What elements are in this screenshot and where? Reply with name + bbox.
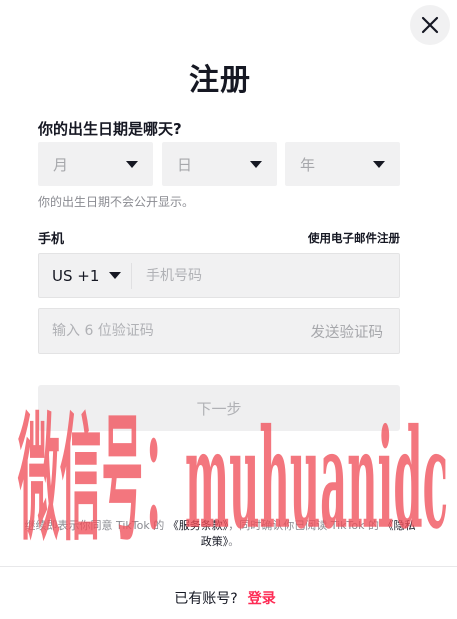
chevron-down-icon — [109, 272, 122, 279]
terms-suffix: 。 — [228, 535, 240, 548]
footer-divider — [0, 566, 457, 567]
send-code-button[interactable]: 发送验证码 — [311, 321, 400, 342]
have-account-text: 已有账号? — [174, 591, 238, 607]
chevron-down-icon — [126, 160, 138, 168]
birthday-question: 你的出生日期是哪天? — [38, 120, 182, 138]
page-title: 注册 — [189, 63, 251, 98]
country-code-value: US +1 — [52, 266, 100, 285]
phone-label-row: 手机 使用电子邮件注册 — [38, 228, 400, 248]
footer: 已有账号? 登录 — [0, 588, 450, 608]
day-select[interactable]: 日 — [162, 142, 277, 186]
code-input[interactable] — [39, 308, 311, 354]
birthday-hint: 你的出生日期不会公开显示。 — [38, 195, 195, 209]
code-field: 发送验证码 — [38, 308, 400, 354]
close-icon — [421, 16, 439, 34]
phone-field: US +1 — [38, 253, 400, 298]
month-placeholder: 月 — [53, 155, 69, 174]
email-signup-link[interactable]: 使用电子邮件注册 — [308, 230, 400, 246]
terms-prefix: 继续即表示你同意 TikTok 的 — [24, 519, 168, 532]
chevron-down-icon — [250, 160, 262, 168]
chevron-down-icon — [373, 160, 385, 168]
month-select[interactable]: 月 — [38, 142, 153, 186]
next-button[interactable]: 下一步 — [38, 385, 400, 431]
country-code-select[interactable]: US +1 — [39, 254, 131, 297]
terms-of-service-link[interactable]: 《服务条款》 — [168, 519, 229, 532]
login-link[interactable]: 登录 — [248, 591, 276, 607]
close-button[interactable] — [410, 5, 450, 45]
phone-label: 手机 — [38, 232, 65, 247]
phone-input[interactable] — [132, 253, 399, 298]
terms-text: 继续即表示你同意 TikTok 的 《服务条款》，同时确认你已阅读 TikTok… — [20, 518, 420, 550]
terms-middle: ，同时确认你已阅读 TikTok 的 — [228, 519, 383, 532]
year-placeholder: 年 — [300, 155, 316, 174]
day-placeholder: 日 — [177, 155, 193, 174]
year-select[interactable]: 年 — [285, 142, 400, 186]
